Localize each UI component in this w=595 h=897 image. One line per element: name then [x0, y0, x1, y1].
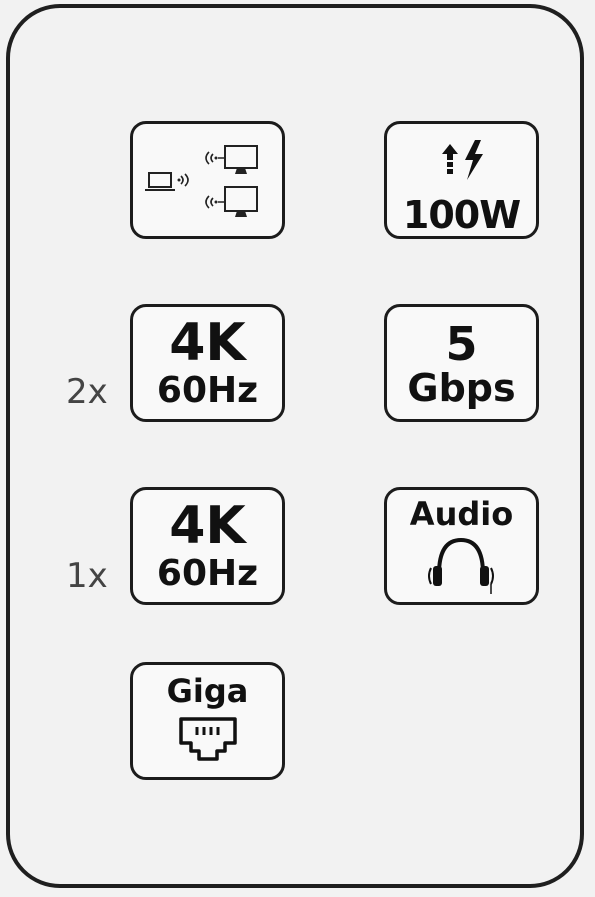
speed-value: 5	[445, 317, 478, 371]
data-speed-badge: 5 Gbps	[384, 304, 539, 422]
dual-resolution: 4K	[169, 313, 246, 373]
single-resolution: 4K	[169, 496, 246, 556]
dual-display-badge	[130, 121, 285, 239]
headphones-icon	[428, 537, 494, 594]
power-value: 100W	[402, 193, 521, 237]
audio-badge: Audio	[384, 487, 539, 605]
speed-unit: Gbps	[407, 366, 516, 410]
dual-4k-badge: 4K 60Hz	[130, 304, 285, 422]
ethernet-port-icon	[179, 717, 237, 761]
power-delivery-badge: 100W	[384, 121, 539, 239]
single-video-multiplier: 1x	[66, 556, 108, 596]
gigabit-ethernet-badge: Giga	[130, 662, 285, 780]
laptop-to-dual-monitor-icon	[145, 145, 258, 217]
single-refresh: 60Hz	[156, 553, 259, 594]
dual-video-multiplier: 2x	[66, 372, 108, 412]
dual-refresh: 60Hz	[156, 370, 259, 411]
single-4k-badge: 4K 60Hz	[130, 487, 285, 605]
